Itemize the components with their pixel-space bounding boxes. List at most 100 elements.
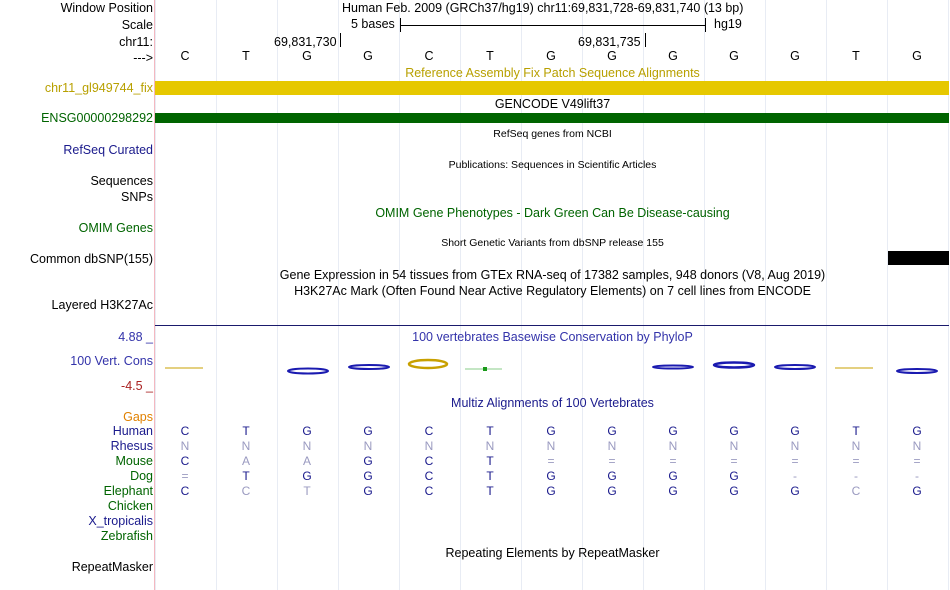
alignment-base: C [424,484,434,498]
omim-title[interactable]: OMIM Gene Phenotypes - Dark Green Can Be… [155,206,950,220]
alignment-base: - [793,469,797,483]
alignment-base: C [424,454,434,468]
gtex-title[interactable]: Gene Expression in 54 tissues from GTEx … [155,268,950,282]
alignment-base: = [181,469,189,483]
alignment-base: C [241,484,251,498]
gencode-bar[interactable] [155,113,949,123]
alignment-base: N [790,439,800,453]
alignment-base: G [607,484,617,498]
alignment-base: T [242,469,250,483]
species-label[interactable]: Dog [130,469,153,483]
phylop-min: -4.5 _ [121,379,153,393]
alignment-base: G [912,484,922,498]
snps-label[interactable]: SNPs [121,190,153,204]
alignment-base: G [912,424,922,438]
alignment-base: = [852,454,860,468]
dbsnp-title[interactable]: Short Genetic Variants from dbSNP releas… [155,237,950,249]
alignment-base: A [302,454,311,468]
alignment-base: G [363,469,373,483]
alignment-base: T [486,424,494,438]
alignment-base: N [363,439,373,453]
alignment-base: C [424,424,434,438]
species-label[interactable]: Zebrafish [101,529,153,543]
h3k27ac-label[interactable]: Layered H3K27Ac [52,298,153,312]
phylop-label[interactable]: 100 Vert. Cons [70,354,153,368]
sequence-base: G [363,49,373,63]
gencode-title[interactable]: GENCODE V49lift37 [155,97,950,111]
species-label[interactable]: Chicken [108,499,153,513]
alignment-base: N [485,439,495,453]
alignment-base: G [790,484,800,498]
repeatmasker-title[interactable]: Repeating Elements by RepeatMasker [155,546,950,560]
coord-2-tick [645,33,646,47]
h3k27ac-title[interactable]: H3K27Ac Mark (Often Found Near Active Re… [155,284,950,298]
phylop-logo [165,358,938,375]
alignment-base: G [607,469,617,483]
phylop-title[interactable]: 100 vertebrates Basewise Conservation by… [155,330,950,344]
multiz-title[interactable]: Multiz Alignments of 100 Vertebrates [155,396,950,410]
scale-bar [400,18,706,32]
fix-patch-label[interactable]: chr11_gl949744_fix [45,81,153,95]
alignment-base: C [180,454,190,468]
alignment-base: T [486,484,494,498]
repeatmasker-label[interactable]: RepeatMasker [72,560,153,574]
alignment-base: T [242,424,250,438]
window-position-value: Human Feb. 2009 (GRCh37/hg19) chr11:69,8… [342,1,744,15]
alignment-base: N [912,439,922,453]
species-label[interactable]: Human [113,424,153,438]
fix-patch-title[interactable]: Reference Assembly Fix Patch Sequence Al… [155,66,950,80]
coord-1-tick [340,33,341,47]
alignment-base: A [241,454,250,468]
sequence-base: G [668,49,678,63]
sequences-label[interactable]: Sequences [90,174,153,188]
alignment-base: N [302,439,312,453]
alignment-base: C [851,484,861,498]
species-label[interactable]: Rhesus [111,439,153,453]
sequence-base: G [607,49,617,63]
species-label[interactable]: X_tropicalis [88,514,153,528]
sequence-base: G [546,49,556,63]
coord-1: 69,831,730 [274,35,337,49]
species-label[interactable]: Mouse [115,454,153,468]
alignment-base: = [791,454,799,468]
alignment-base: T [303,484,311,498]
sequence-base: G [790,49,800,63]
window-position-label: Window Position [60,1,153,15]
gaps-label[interactable]: Gaps [123,410,153,424]
alignment-base: G [668,484,678,498]
alignment-base: N [851,439,861,453]
sequence-base: T [486,49,494,63]
refseq-label[interactable]: RefSeq Curated [63,143,153,157]
alignment-base: C [180,424,190,438]
alignment-base: - [915,469,919,483]
omim-label[interactable]: OMIM Genes [79,221,153,235]
phylop-max: 4.88 _ [118,330,153,344]
publications-title[interactable]: Publications: Sequences in Scientific Ar… [155,159,950,171]
dbsnp-label[interactable]: Common dbSNP(155) [30,252,153,266]
sequence-row: CTGGCTGGGGGTG [0,49,950,65]
alignment-base: T [852,424,860,438]
gencode-label[interactable]: ENSG00000298292 [41,111,153,125]
alignment-base: G [546,484,556,498]
sequence-base: G [729,49,739,63]
dbsnp-feature[interactable] [888,251,949,265]
sequence-base: T [242,49,250,63]
alignment-base: G [546,424,556,438]
fix-patch-bar[interactable] [155,81,949,95]
chrom-label: chr11: [119,35,153,49]
alignment-base: N [668,439,678,453]
alignment-base: = [547,454,555,468]
scale-value: 5 bases [351,17,395,31]
sequence-base: C [180,49,190,63]
species-label[interactable]: Elephant [104,484,153,498]
alignment-base: G [668,424,678,438]
sequence-base: T [852,49,860,63]
refseq-title[interactable]: RefSeq genes from NCBI [155,128,950,140]
alignment-base: G [363,424,373,438]
alignment-base: G [363,454,373,468]
sequence-base: C [424,49,434,63]
alignment-base: G [729,484,739,498]
alignment-base: G [729,424,739,438]
alignment-base: T [486,454,494,468]
scale-db: hg19 [714,17,742,31]
